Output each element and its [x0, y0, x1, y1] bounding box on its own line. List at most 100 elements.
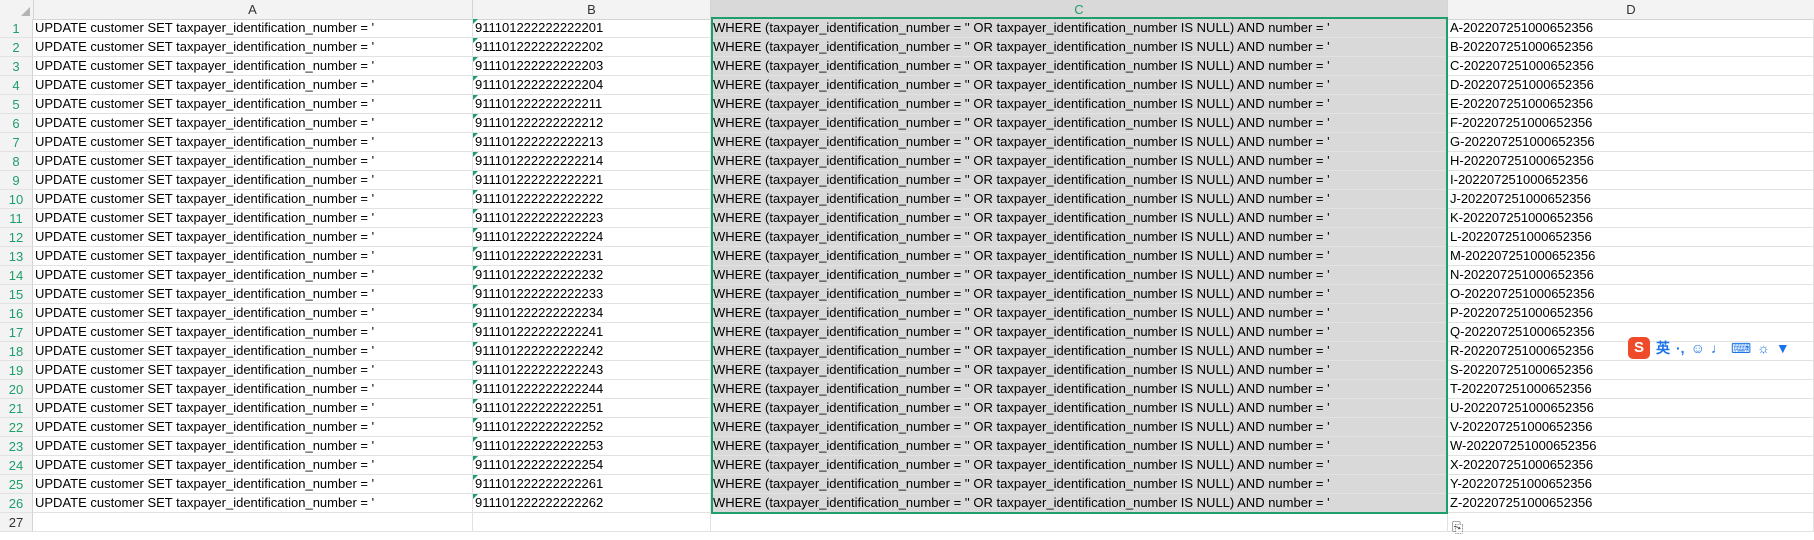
- cell-d[interactable]: S-202207251000652356: [1448, 361, 1814, 379]
- cell-a[interactable]: UPDATE customer SET taxpayer_identificat…: [33, 95, 473, 113]
- row-header[interactable]: 15: [0, 285, 33, 304]
- cell-b[interactable]: 911101222222222232: [473, 266, 711, 284]
- cell-d[interactable]: A-202207251000652356: [1448, 19, 1814, 37]
- cell-b[interactable]: 911101222222222253: [473, 437, 711, 455]
- cell-d[interactable]: W-202207251000652356: [1448, 437, 1814, 455]
- cell-c[interactable]: WHERE (taxpayer_identification_number = …: [711, 57, 1448, 75]
- cell-d[interactable]: N-202207251000652356: [1448, 266, 1814, 284]
- row-header[interactable]: 21: [0, 399, 33, 418]
- cell-d[interactable]: Y-202207251000652356: [1448, 475, 1814, 493]
- cell-d[interactable]: F-202207251000652356: [1448, 114, 1814, 132]
- row-header[interactable]: 13: [0, 247, 33, 266]
- cell-c[interactable]: WHERE (taxpayer_identification_number = …: [711, 304, 1448, 322]
- cell-a[interactable]: UPDATE customer SET taxpayer_identificat…: [33, 190, 473, 208]
- cell-a[interactable]: UPDATE customer SET taxpayer_identificat…: [33, 323, 473, 341]
- cell-c[interactable]: WHERE (taxpayer_identification_number = …: [711, 19, 1448, 37]
- cell-d[interactable]: E-202207251000652356: [1448, 95, 1814, 113]
- cell-a[interactable]: UPDATE customer SET taxpayer_identificat…: [33, 342, 473, 360]
- column-header-b[interactable]: B: [473, 0, 711, 19]
- row-header[interactable]: 4: [0, 76, 33, 95]
- select-all-corner[interactable]: [0, 0, 34, 19]
- ime-punctuation-toggle[interactable]: ·,: [1676, 340, 1685, 356]
- row-header[interactable]: 20: [0, 380, 33, 399]
- cell-d[interactable]: D-202207251000652356: [1448, 76, 1814, 94]
- cell-c[interactable]: WHERE (taxpayer_identification_number = …: [711, 133, 1448, 151]
- cell-b[interactable]: 911101222222222223: [473, 209, 711, 227]
- column-header-d[interactable]: D: [1448, 0, 1814, 19]
- cell-a[interactable]: UPDATE customer SET taxpayer_identificat…: [33, 266, 473, 284]
- row-header[interactable]: 12: [0, 228, 33, 247]
- cell-b[interactable]: 911101222222222203: [473, 57, 711, 75]
- cell-c[interactable]: WHERE (taxpayer_identification_number = …: [711, 456, 1448, 474]
- cell-d[interactable]: G-202207251000652356: [1448, 133, 1814, 151]
- cell-d[interactable]: V-202207251000652356: [1448, 418, 1814, 436]
- cell-b[interactable]: 911101222222222262: [473, 494, 711, 512]
- row-header[interactable]: 7: [0, 133, 33, 152]
- row-header[interactable]: 1: [0, 19, 33, 38]
- cell-c[interactable]: WHERE (taxpayer_identification_number = …: [711, 209, 1448, 227]
- cell-c[interactable]: WHERE (taxpayer_identification_number = …: [711, 266, 1448, 284]
- cell-b[interactable]: 911101222222222231: [473, 247, 711, 265]
- cell-b[interactable]: 911101222222222212: [473, 114, 711, 132]
- row-header[interactable]: 27: [0, 513, 33, 532]
- microphone-icon[interactable]: ♩: [1711, 340, 1725, 356]
- cell-b[interactable]: 911101222222222211: [473, 95, 711, 113]
- cell-a[interactable]: UPDATE customer SET taxpayer_identificat…: [33, 19, 473, 37]
- cell-d[interactable]: O-202207251000652356: [1448, 285, 1814, 303]
- cell-b[interactable]: 911101222222222201: [473, 19, 711, 37]
- row-header[interactable]: 26: [0, 494, 33, 513]
- cell-d[interactable]: U-202207251000652356: [1448, 399, 1814, 417]
- cell-b[interactable]: 911101222222222243: [473, 361, 711, 379]
- cell-d[interactable]: Z-202207251000652356: [1448, 494, 1814, 512]
- row-header[interactable]: 23: [0, 437, 33, 456]
- cell-a[interactable]: UPDATE customer SET taxpayer_identificat…: [33, 304, 473, 322]
- row-header[interactable]: 22: [0, 418, 33, 437]
- cell-d[interactable]: P-202207251000652356: [1448, 304, 1814, 322]
- row-header[interactable]: 24: [0, 456, 33, 475]
- row-header[interactable]: 19: [0, 361, 33, 380]
- cell-c[interactable]: WHERE (taxpayer_identification_number = …: [711, 114, 1448, 132]
- cell-d[interactable]: M-202207251000652356: [1448, 247, 1814, 265]
- row-header[interactable]: 3: [0, 57, 33, 76]
- cell-c[interactable]: WHERE (taxpayer_identification_number = …: [711, 190, 1448, 208]
- cell-c[interactable]: WHERE (taxpayer_identification_number = …: [711, 95, 1448, 113]
- row-header[interactable]: 16: [0, 304, 33, 323]
- cell-b[interactable]: 911101222222222233: [473, 285, 711, 303]
- cell-a[interactable]: UPDATE customer SET taxpayer_identificat…: [33, 38, 473, 56]
- cell-a[interactable]: UPDATE customer SET taxpayer_identificat…: [33, 133, 473, 151]
- cell-b[interactable]: 911101222222222241: [473, 323, 711, 341]
- cell-b[interactable]: 911101222222222222: [473, 190, 711, 208]
- emoji-icon[interactable]: ☺: [1691, 340, 1705, 356]
- sogou-logo-icon[interactable]: S: [1628, 337, 1650, 359]
- cell-b[interactable]: [473, 513, 711, 531]
- cell-a[interactable]: UPDATE customer SET taxpayer_identificat…: [33, 494, 473, 512]
- column-header-a[interactable]: A: [33, 0, 473, 19]
- row-header[interactable]: 11: [0, 209, 33, 228]
- cell-b[interactable]: 911101222222222213: [473, 133, 711, 151]
- settings-icon[interactable]: ☼: [1757, 340, 1770, 356]
- row-header[interactable]: 2: [0, 38, 33, 57]
- cell-d[interactable]: [1448, 513, 1814, 531]
- cell-b[interactable]: 911101222222222261: [473, 475, 711, 493]
- cell-c[interactable]: WHERE (taxpayer_identification_number = …: [711, 152, 1448, 170]
- cell-a[interactable]: UPDATE customer SET taxpayer_identificat…: [33, 456, 473, 474]
- cell-d[interactable]: T-202207251000652356: [1448, 380, 1814, 398]
- row-header[interactable]: 8: [0, 152, 33, 171]
- row-header[interactable]: 14: [0, 266, 33, 285]
- cell-c[interactable]: WHERE (taxpayer_identification_number = …: [711, 228, 1448, 246]
- cell-d[interactable]: I-202207251000652356: [1448, 171, 1814, 189]
- cell-b[interactable]: 911101222222222254: [473, 456, 711, 474]
- paste-options-icon[interactable]: ⎘: [1452, 517, 1476, 537]
- cell-c[interactable]: WHERE (taxpayer_identification_number = …: [711, 437, 1448, 455]
- cell-d[interactable]: B-202207251000652356: [1448, 38, 1814, 56]
- cell-a[interactable]: UPDATE customer SET taxpayer_identificat…: [33, 418, 473, 436]
- cell-c[interactable]: WHERE (taxpayer_identification_number = …: [711, 285, 1448, 303]
- cell-c[interactable]: WHERE (taxpayer_identification_number = …: [711, 38, 1448, 56]
- cell-c[interactable]: WHERE (taxpayer_identification_number = …: [711, 323, 1448, 341]
- cell-a[interactable]: UPDATE customer SET taxpayer_identificat…: [33, 475, 473, 493]
- cell-a[interactable]: UPDATE customer SET taxpayer_identificat…: [33, 57, 473, 75]
- cell-d[interactable]: C-202207251000652356: [1448, 57, 1814, 75]
- cell-c[interactable]: WHERE (taxpayer_identification_number = …: [711, 494, 1448, 512]
- row-header[interactable]: 6: [0, 114, 33, 133]
- cell-a[interactable]: UPDATE customer SET taxpayer_identificat…: [33, 285, 473, 303]
